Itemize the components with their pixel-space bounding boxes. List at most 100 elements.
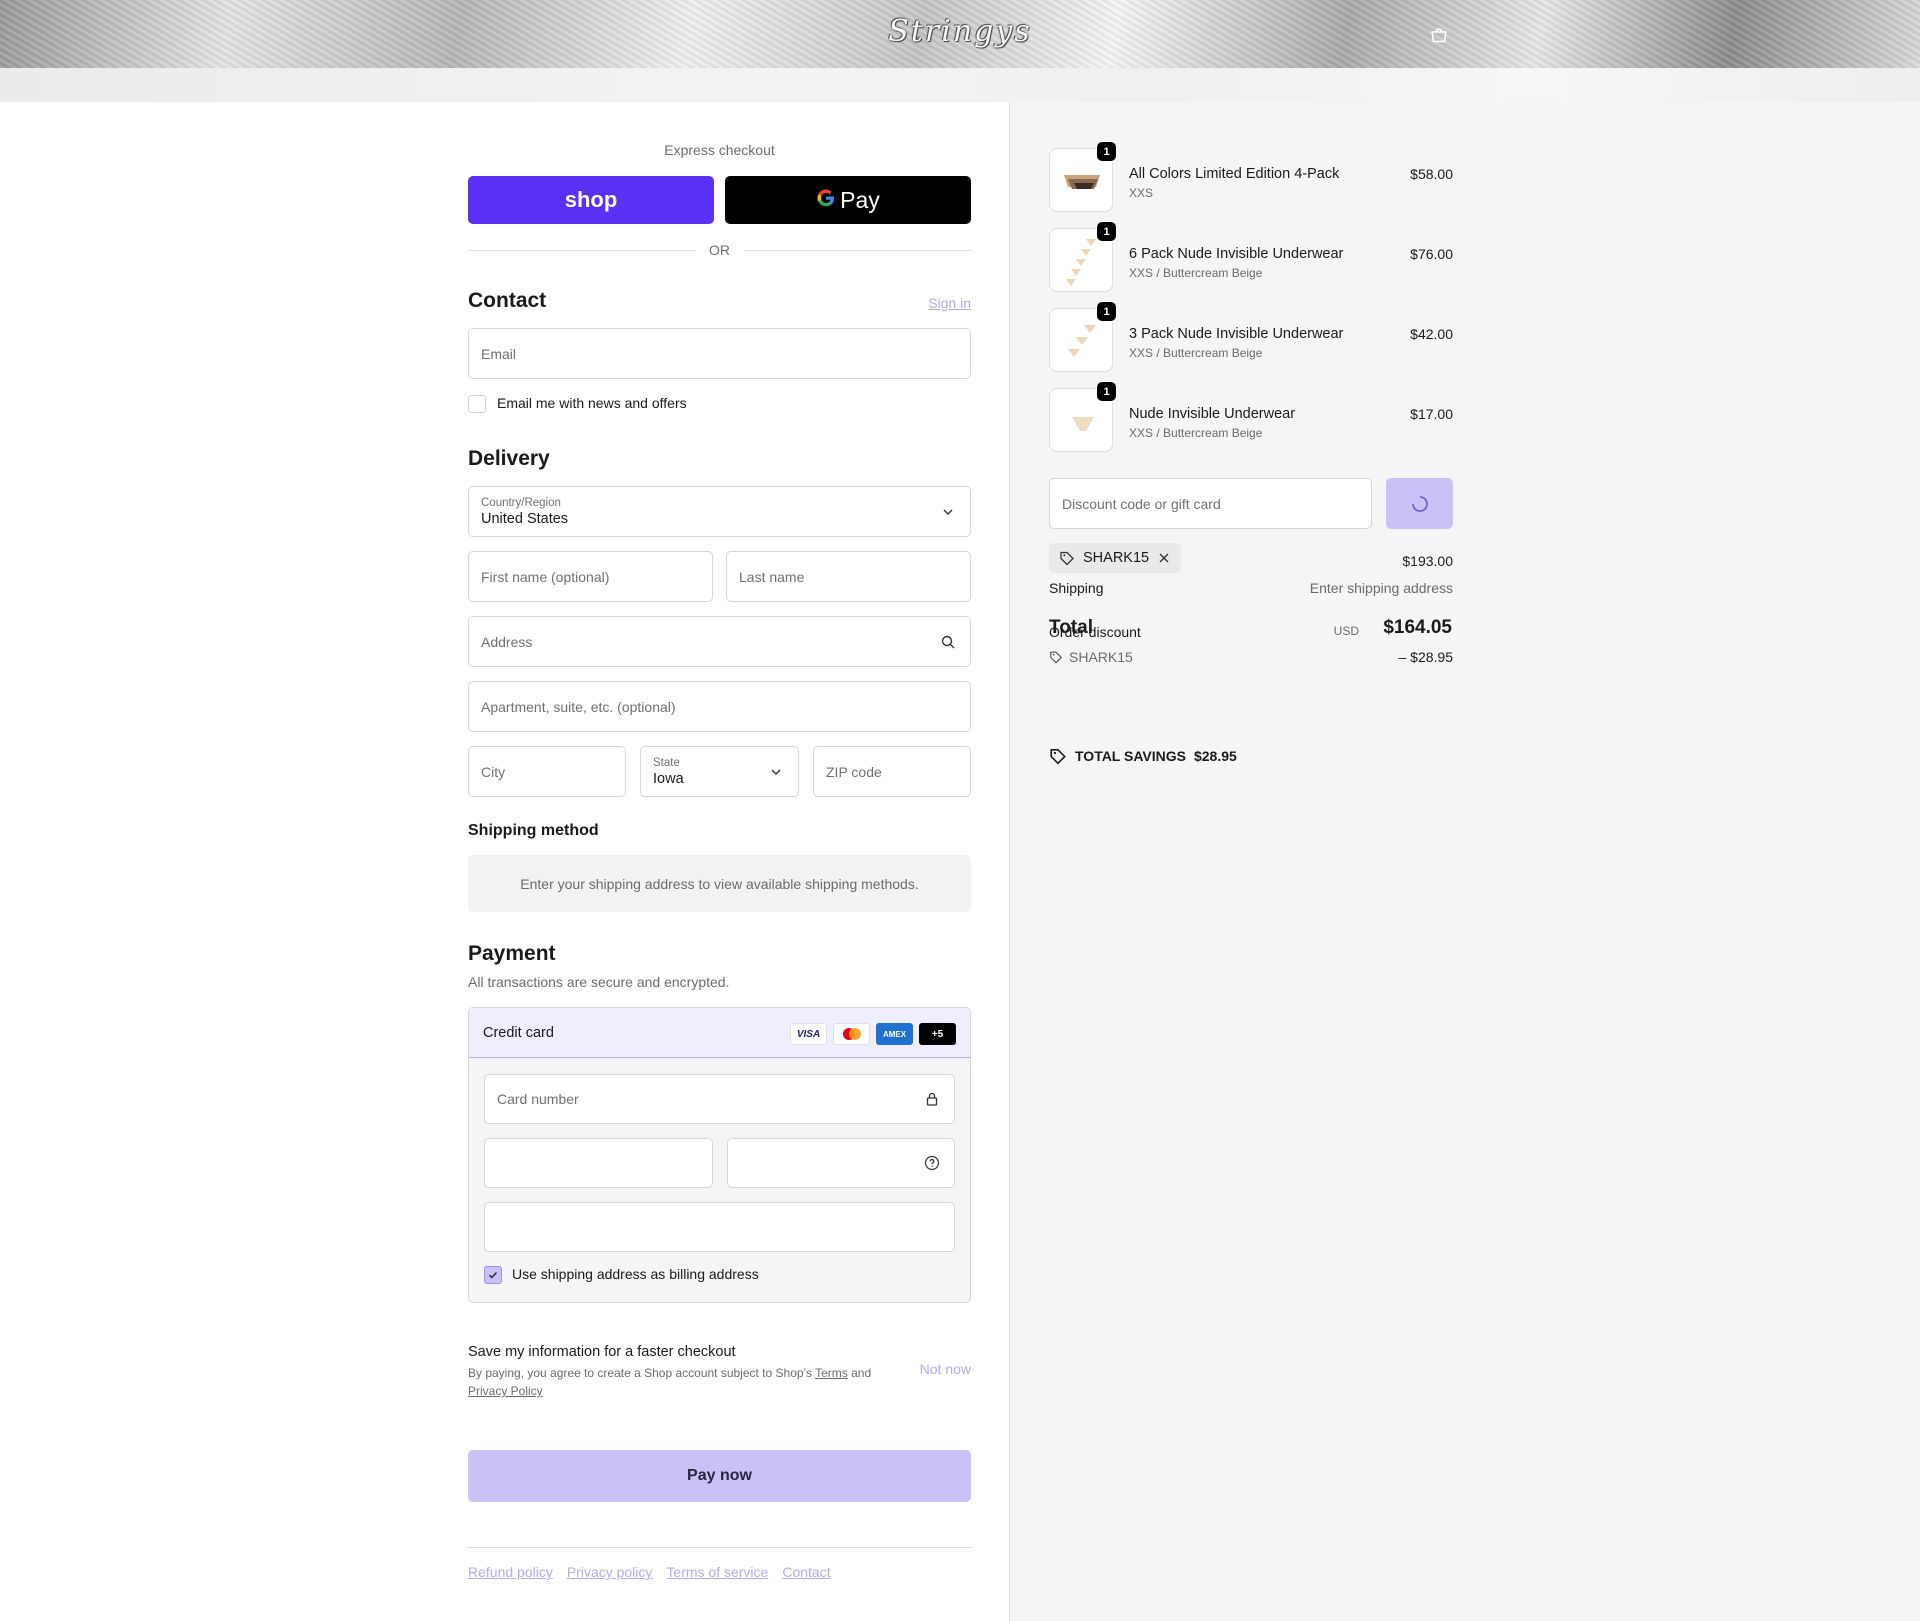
state-label: State (653, 756, 680, 769)
billing-same-label: Use shipping address as billing address (512, 1266, 759, 1282)
item-name: 3 Pack Nude Invisible Underwear (1129, 326, 1344, 342)
sign-in-link[interactable]: Sign in (928, 295, 971, 311)
cart-item: 1 6 Pack Nude Invisible Underwear XXS / … (1049, 221, 1453, 292)
payment-heading: Payment (468, 942, 556, 965)
item-variant: XXS / Buttercream Beige (1129, 266, 1263, 280)
shipping-label: Shipping (1049, 580, 1104, 596)
last-name-placeholder: Last name (739, 568, 805, 585)
amex-icon: AMEX (876, 1023, 913, 1045)
savings-label: TOTAL SAVINGS (1075, 748, 1186, 764)
more-brands-badge: +5 (919, 1023, 956, 1045)
payment-subtitle: All transactions are secure and encrypte… (468, 974, 730, 990)
item-name: Nude Invisible Underwear (1129, 406, 1296, 422)
shop-pay-label: shop (564, 187, 618, 212)
applied-discount-chip: SHARK15 (1049, 543, 1182, 573)
terms-of-service-link[interactable]: Terms of service (666, 1564, 768, 1580)
billing-same-checkbox[interactable] (484, 1266, 502, 1284)
newsletter-label: Email me with news and offers (497, 395, 687, 411)
apply-discount-button[interactable] (1386, 478, 1453, 529)
search-icon (940, 634, 956, 650)
help-icon[interactable] (924, 1155, 940, 1171)
tag-icon (1050, 651, 1063, 664)
item-price: $42.00 (1410, 326, 1453, 342)
apartment-field[interactable]: Apartment, suite, etc. (optional) (468, 681, 971, 732)
applied-code: SHARK15 (1083, 550, 1150, 566)
item-variant: XXS / Buttercream Beige (1129, 426, 1263, 440)
discount-code-label: SHARK15 (1049, 649, 1133, 665)
item-variant: XXS / Buttercream Beige (1129, 346, 1263, 360)
item-price: $58.00 (1410, 166, 1453, 182)
credit-card-option[interactable]: Credit card VISA AMEX +5 (469, 1008, 970, 1058)
subtotal-value: $193.00 (1402, 553, 1453, 569)
expiration-date-field[interactable] (484, 1138, 713, 1188)
quantity-badge: 1 (1096, 141, 1117, 162)
or-divider: OR (468, 242, 971, 258)
tag-icon (1050, 749, 1066, 765)
discount-code: SHARK15 (1069, 649, 1133, 665)
address-field[interactable]: Address (468, 616, 971, 667)
zip-field[interactable]: ZIP code (813, 746, 971, 797)
bag-icon[interactable] (1428, 24, 1450, 46)
city-placeholder: City (481, 763, 506, 780)
shipping-value: Enter shipping address (1309, 580, 1453, 596)
mastercard-icon (833, 1023, 870, 1045)
divider-line (744, 249, 971, 251)
save-info-title: Save my information for a faster checkou… (468, 1344, 736, 1360)
card-number-field[interactable]: Card number (484, 1074, 955, 1124)
lock-icon (924, 1091, 940, 1107)
quantity-badge: 1 (1096, 381, 1117, 402)
first-name-field[interactable]: First name (optional) (468, 551, 713, 602)
not-now-button[interactable]: Not now (920, 1361, 971, 1377)
google-g-icon (816, 187, 836, 214)
item-name: All Colors Limited Edition 4-Pack (1129, 166, 1340, 182)
footer-links: Refund policy Privacy policy Terms of se… (468, 1564, 831, 1580)
item-name: 6 Pack Nude Invisible Underwear (1129, 246, 1344, 262)
cart-item: 1 Nude Invisible Underwear XXS / Butterc… (1049, 381, 1453, 452)
credit-card-panel: Credit card VISA AMEX +5 Card number Use… (468, 1007, 971, 1303)
store-header: Stringys (0, 0, 1920, 68)
close-icon[interactable] (1157, 551, 1171, 565)
google-pay-button[interactable]: Pay (725, 176, 971, 224)
security-code-field[interactable] (727, 1138, 955, 1188)
discount-code-field[interactable]: Discount code or gift card (1049, 478, 1372, 529)
item-price: $17.00 (1410, 406, 1453, 422)
footer-divider (468, 1547, 971, 1548)
savings-value: $28.95 (1193, 748, 1237, 764)
newsletter-checkbox[interactable] (468, 395, 486, 413)
privacy-link[interactable]: Privacy Policy (468, 1384, 543, 1398)
or-label: OR (709, 242, 730, 258)
total-label: Total (1049, 617, 1093, 638)
store-logo[interactable]: Stringys (0, 14, 1920, 49)
save-info-text: By paying, you agree to create a Shop ac… (468, 1364, 888, 1400)
country-value: United States (481, 510, 569, 527)
contact-link[interactable]: Contact (782, 1564, 830, 1580)
card-number-placeholder: Card number (497, 1091, 579, 1107)
privacy-policy-link[interactable]: Privacy policy (567, 1564, 653, 1580)
currency-code: USD (1333, 624, 1359, 638)
header-band (0, 68, 1920, 102)
credit-card-label: Credit card (483, 1024, 554, 1041)
visa-icon: VISA (790, 1023, 827, 1045)
discount-code-row: SHARK15 – $28.95 (1049, 649, 1453, 667)
refund-policy-link[interactable]: Refund policy (468, 1564, 553, 1580)
chevron-down-icon (940, 504, 956, 520)
cart-item: 1 All Colors Limited Edition 4-Pack XXS … (1049, 141, 1453, 212)
shop-pay-button[interactable]: shop (468, 176, 714, 224)
tag-icon (1060, 551, 1074, 566)
country-select[interactable]: Country/Region United States (468, 486, 971, 537)
last-name-field[interactable]: Last name (726, 551, 971, 602)
country-label: Country/Region (481, 496, 561, 509)
terms-link[interactable]: Terms (815, 1366, 848, 1380)
state-value: Iowa (653, 770, 684, 787)
zip-placeholder: ZIP code (826, 763, 882, 780)
pay-now-button[interactable]: Pay now (468, 1450, 971, 1502)
shipping-method-message: Enter your shipping address to view avai… (520, 875, 919, 892)
name-on-card-field[interactable] (484, 1202, 955, 1252)
item-variant: XXS (1129, 186, 1154, 200)
email-field[interactable]: Email (468, 328, 971, 379)
state-select[interactable]: State Iowa (640, 746, 799, 797)
total-value: $164.05 (1383, 617, 1452, 638)
city-field[interactable]: City (468, 746, 626, 797)
quantity-badge: 1 (1096, 301, 1117, 322)
chevron-down-icon (768, 764, 784, 780)
